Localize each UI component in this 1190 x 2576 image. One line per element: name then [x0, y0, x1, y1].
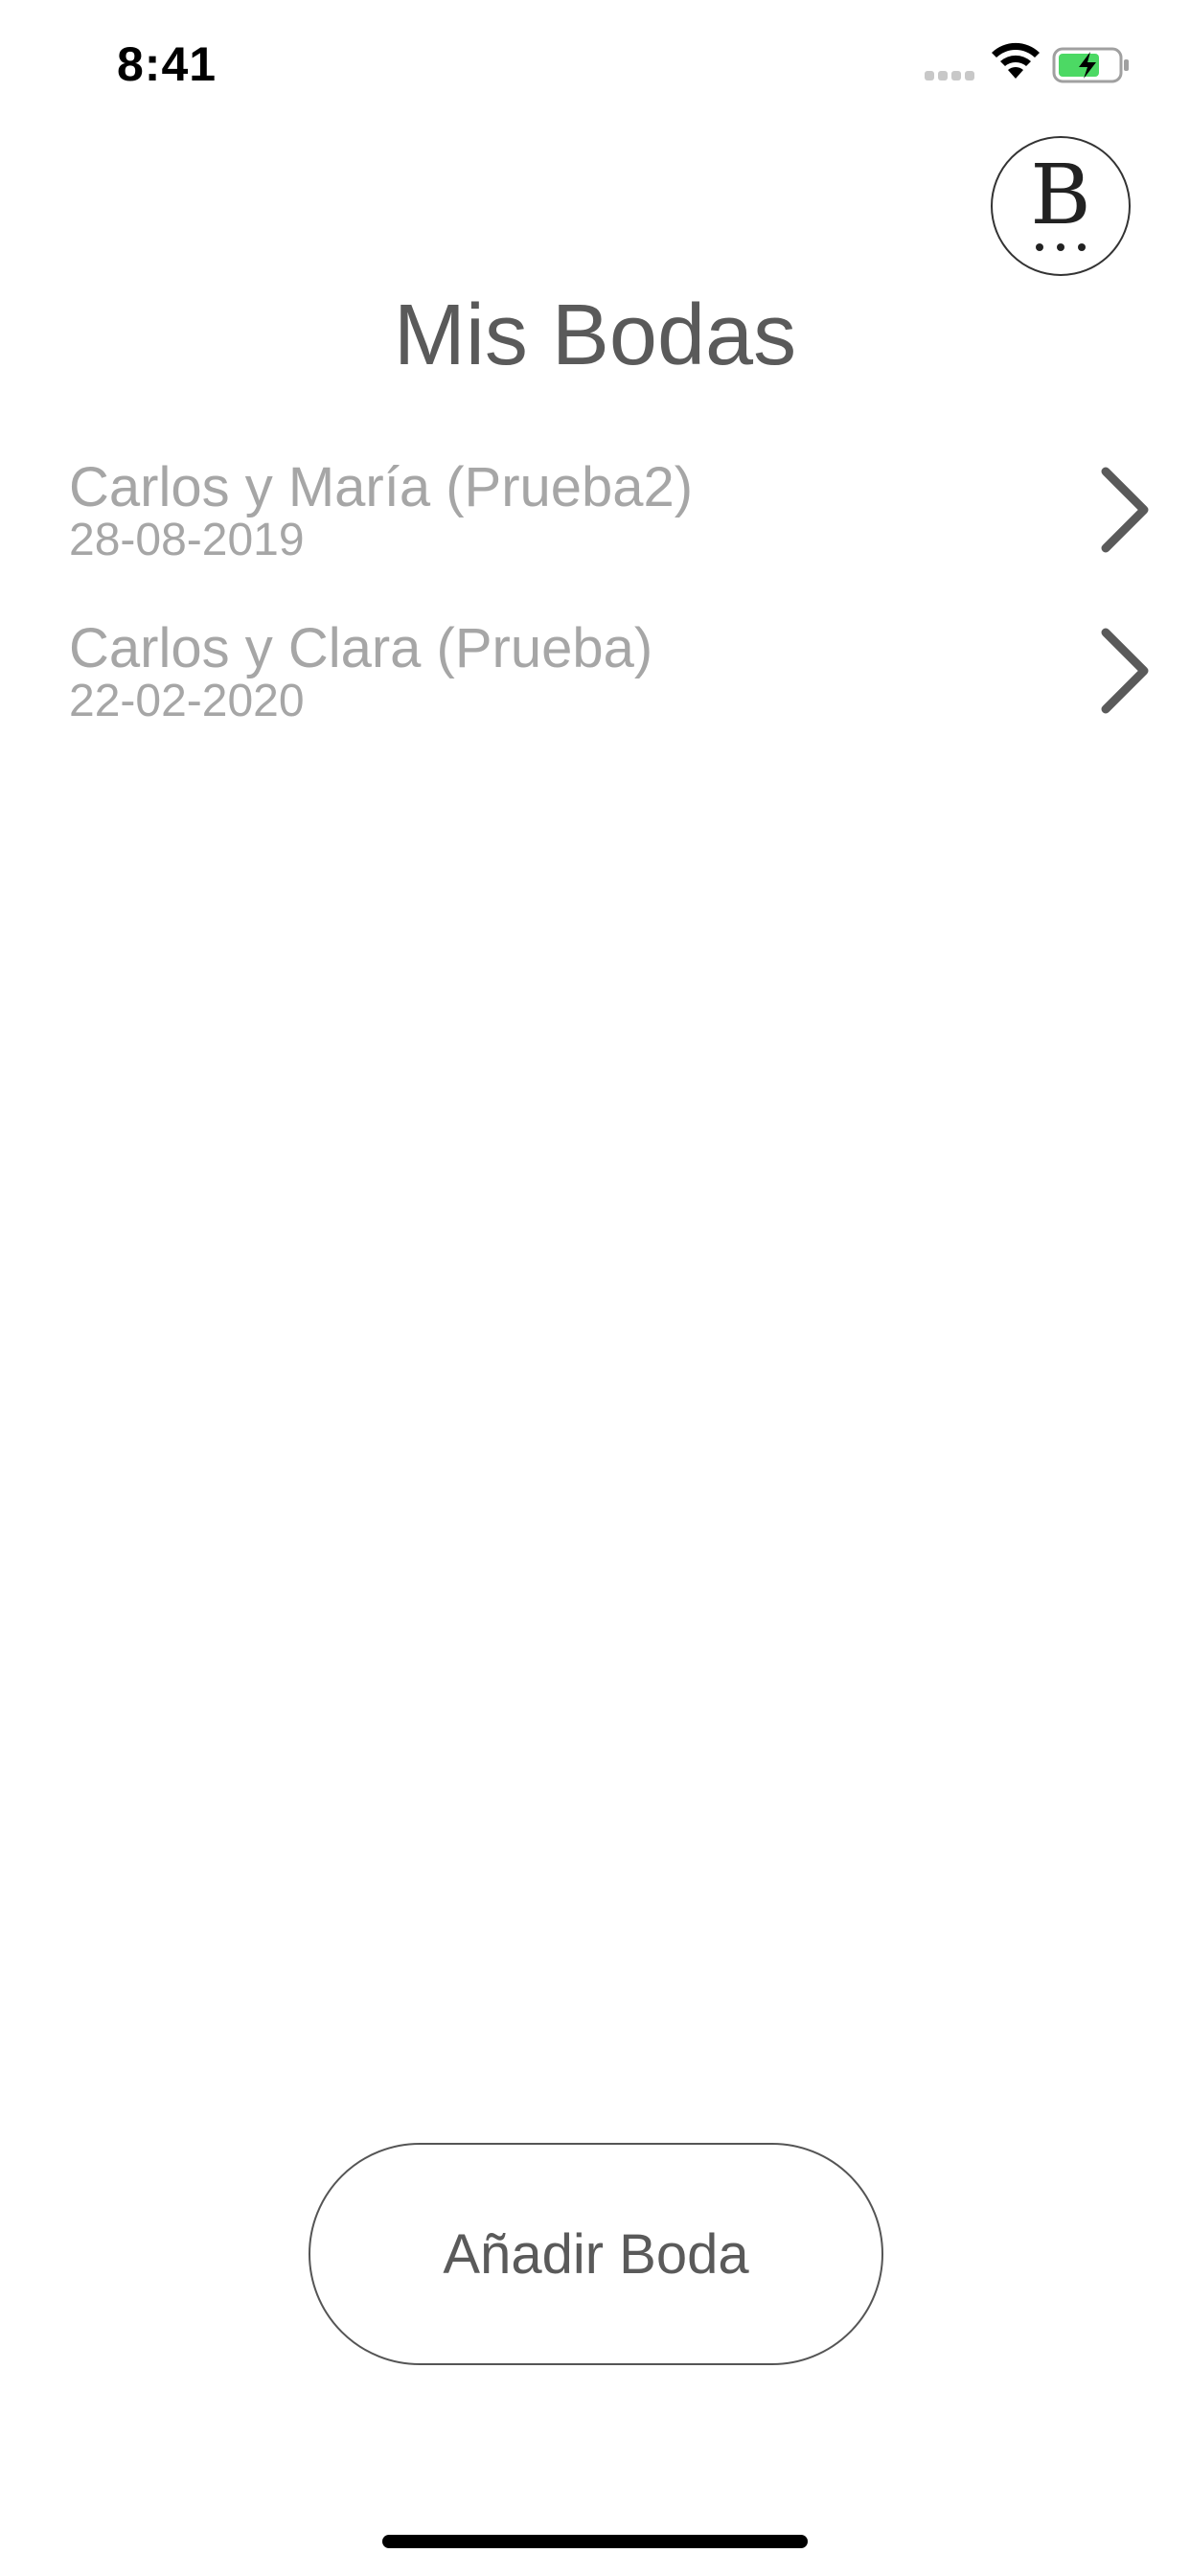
wedding-name: Carlos y Clara (Prueba) — [69, 617, 653, 679]
wedding-name: Carlos y María (Prueba2) — [69, 456, 694, 518]
add-wedding-button[interactable]: Añadir Boda — [309, 2143, 883, 2365]
chevron-right-icon — [1101, 628, 1149, 714]
wedding-list-item[interactable]: Carlos y María (Prueba2) 28-08-2019 — [0, 450, 1190, 594]
cellular-signal-icon — [925, 71, 976, 80]
profile-logo-letter: B — [1030, 148, 1091, 243]
status-bar: 8:41 — [0, 0, 1190, 126]
chevron-right-icon — [1101, 467, 1149, 553]
wedding-list-item[interactable]: Carlos y Clara (Prueba) 22-02-2020 — [0, 611, 1190, 755]
home-indicator[interactable] — [382, 2535, 808, 2548]
status-time: 8:41 — [117, 37, 217, 91]
wedding-date: 28-08-2019 — [69, 515, 305, 565]
battery-charging-icon — [1052, 47, 1129, 83]
profile-button[interactable]: B — [991, 136, 1131, 276]
more-dots-icon — [1036, 243, 1086, 253]
wedding-date: 22-02-2020 — [69, 676, 305, 726]
wifi-icon — [992, 42, 1040, 79]
page-title: Mis Bodas — [393, 288, 797, 383]
